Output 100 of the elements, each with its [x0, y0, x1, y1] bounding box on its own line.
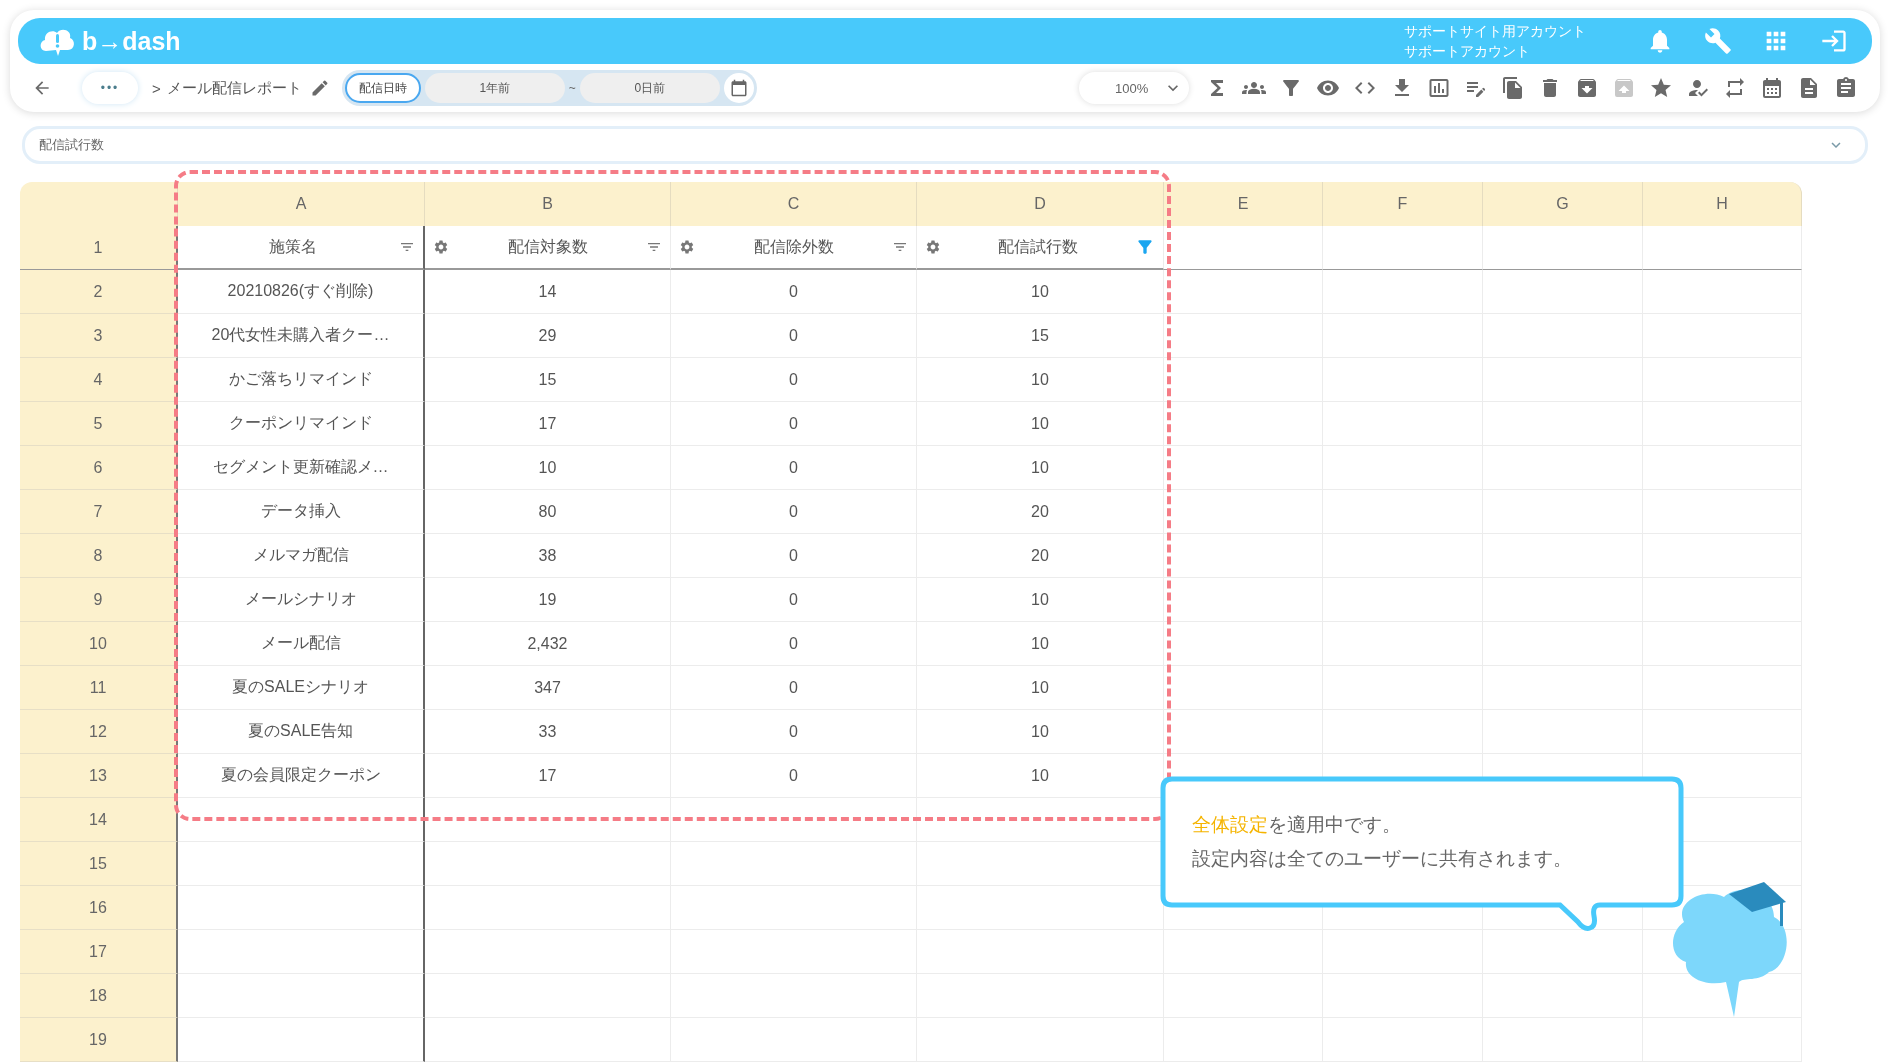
more-button[interactable]: ••• — [82, 72, 138, 104]
row-header[interactable]: 1 — [20, 226, 178, 270]
table-cell: 夏のSALE告知 — [178, 710, 425, 754]
table-cell: 夏のSALEシナリオ — [178, 666, 425, 710]
zoom-select[interactable]: 100% — [1079, 72, 1189, 104]
table-cell: セグメント更新確認メ… — [178, 446, 425, 490]
table-cell: 0 — [671, 270, 917, 314]
row-header[interactable]: 12 — [20, 710, 178, 754]
row-header[interactable]: 9 — [20, 578, 178, 622]
row-header[interactable]: 15 — [20, 842, 178, 886]
table-cell: 20 — [917, 490, 1164, 534]
metric-select[interactable]: 配信試行数 — [22, 126, 1868, 164]
table-cell: データ挿入 — [178, 490, 425, 534]
clipboard-icon[interactable] — [1834, 76, 1858, 100]
row-header[interactable]: 4 — [20, 358, 178, 402]
table-cell: 0 — [671, 402, 917, 446]
table-cell: 20210826(すぐ削除) — [178, 270, 425, 314]
table-cell: メール配信 — [178, 622, 425, 666]
account-name: サポートアカウント — [1404, 42, 1531, 61]
column-header[interactable]: G — [1483, 182, 1643, 226]
calendar-icon[interactable] — [1760, 76, 1784, 100]
column-header[interactable]: F — [1323, 182, 1483, 226]
row-header[interactable]: 5 — [20, 402, 178, 446]
table-cell: 10 — [917, 358, 1164, 402]
table-cell: 38 — [425, 534, 671, 578]
column-header[interactable]: B — [425, 182, 671, 226]
table-cell: 0 — [671, 578, 917, 622]
row-header[interactable]: 18 — [20, 974, 178, 1018]
gear-icon[interactable] — [433, 239, 449, 255]
row-header[interactable]: 19 — [20, 1018, 178, 1062]
account-name: サポートサイト用アカウント — [1404, 22, 1586, 41]
row-header[interactable]: 14 — [20, 798, 178, 842]
date-from-field[interactable]: 1年前 — [424, 73, 565, 103]
table-cell: 17 — [425, 402, 671, 446]
table-cell: クーポンリマインド — [178, 402, 425, 446]
table-cell: 0 — [671, 534, 917, 578]
table-cell: 33 — [425, 710, 671, 754]
row-header[interactable]: 2 — [20, 270, 178, 314]
table-cell: 夏の会員限定クーポン — [178, 754, 425, 798]
row-header[interactable]: 16 — [20, 886, 178, 930]
table-cell: 347 — [425, 666, 671, 710]
table-cell: 0 — [671, 666, 917, 710]
chart-icon[interactable] — [1427, 76, 1451, 100]
row-header[interactable]: 3 — [20, 314, 178, 358]
column-header[interactable]: A — [178, 182, 425, 226]
column-header[interactable]: E — [1164, 182, 1323, 226]
table-cell: 14 — [425, 270, 671, 314]
column-header[interactable]: H — [1643, 182, 1802, 226]
table-cell: 0 — [671, 314, 917, 358]
row-header[interactable]: 13 — [20, 754, 178, 798]
table-cell: 10 — [917, 666, 1164, 710]
table-cell: 10 — [917, 710, 1164, 754]
table-cell: 0 — [671, 754, 917, 798]
table-cell: 15 — [917, 314, 1164, 358]
column-title: 施策名 — [267, 236, 318, 257]
column-header[interactable]: D — [917, 182, 1164, 226]
table-cell: 2,432 — [425, 622, 671, 666]
table-cell: 29 — [425, 314, 671, 358]
table-cell: 17 — [425, 754, 671, 798]
date-to-field[interactable]: 0日前 — [579, 73, 720, 103]
table-cell: 10 — [917, 622, 1164, 666]
calendar-icon — [729, 79, 748, 97]
logo-text: b→dash — [82, 26, 181, 56]
table-cell: 0 — [671, 446, 917, 490]
table-cell: 19 — [425, 578, 671, 622]
table-cell: メールシナリオ — [178, 578, 425, 622]
row-header[interactable]: 10 — [20, 622, 178, 666]
table-cell: 10 — [917, 402, 1164, 446]
table-cell: メルマガ配信 — [178, 534, 425, 578]
row-header[interactable]: 11 — [20, 666, 178, 710]
breadcrumb-separator: > — [152, 79, 161, 97]
table-cell: 10 — [917, 270, 1164, 314]
table-cell: 0 — [671, 622, 917, 666]
notice-text: 全体設定を適用中です。 設定内容は全てのユーザーに共有されます。 — [1192, 813, 1572, 871]
table-cell: 20 — [917, 534, 1164, 578]
date-type-button[interactable]: 配信日時 — [344, 73, 421, 103]
table-cell: 80 — [425, 490, 671, 534]
row-header[interactable]: 6 — [20, 446, 178, 490]
table-cell: 0 — [671, 358, 917, 402]
row-header[interactable]: 17 — [20, 930, 178, 974]
range-separator: ~ — [568, 81, 576, 95]
table-cell: 0 — [671, 490, 917, 534]
table-cell: 0 — [671, 710, 917, 754]
gear-icon[interactable] — [679, 239, 695, 255]
column-title: 配信除外数 — [752, 236, 835, 257]
copy-icon[interactable] — [1501, 76, 1525, 100]
row-header[interactable]: 8 — [20, 534, 178, 578]
report-title: メール配信レポート — [166, 78, 302, 98]
column-title: 配信対象数 — [506, 236, 589, 257]
gear-icon[interactable] — [925, 239, 941, 255]
table-cell: 20代女性未購入者クー… — [178, 314, 425, 358]
row-header[interactable]: 7 — [20, 490, 178, 534]
table-cell: 10 — [917, 578, 1164, 622]
table-cell: 10 — [917, 446, 1164, 490]
archive-box-icon[interactable] — [1575, 76, 1599, 100]
table-cell: 10 — [425, 446, 671, 490]
column-header[interactable]: C — [671, 182, 917, 226]
star-icon[interactable] — [1649, 76, 1673, 100]
table-cell: かご落ちリマインド — [178, 358, 425, 402]
calendar-button[interactable] — [723, 73, 754, 103]
